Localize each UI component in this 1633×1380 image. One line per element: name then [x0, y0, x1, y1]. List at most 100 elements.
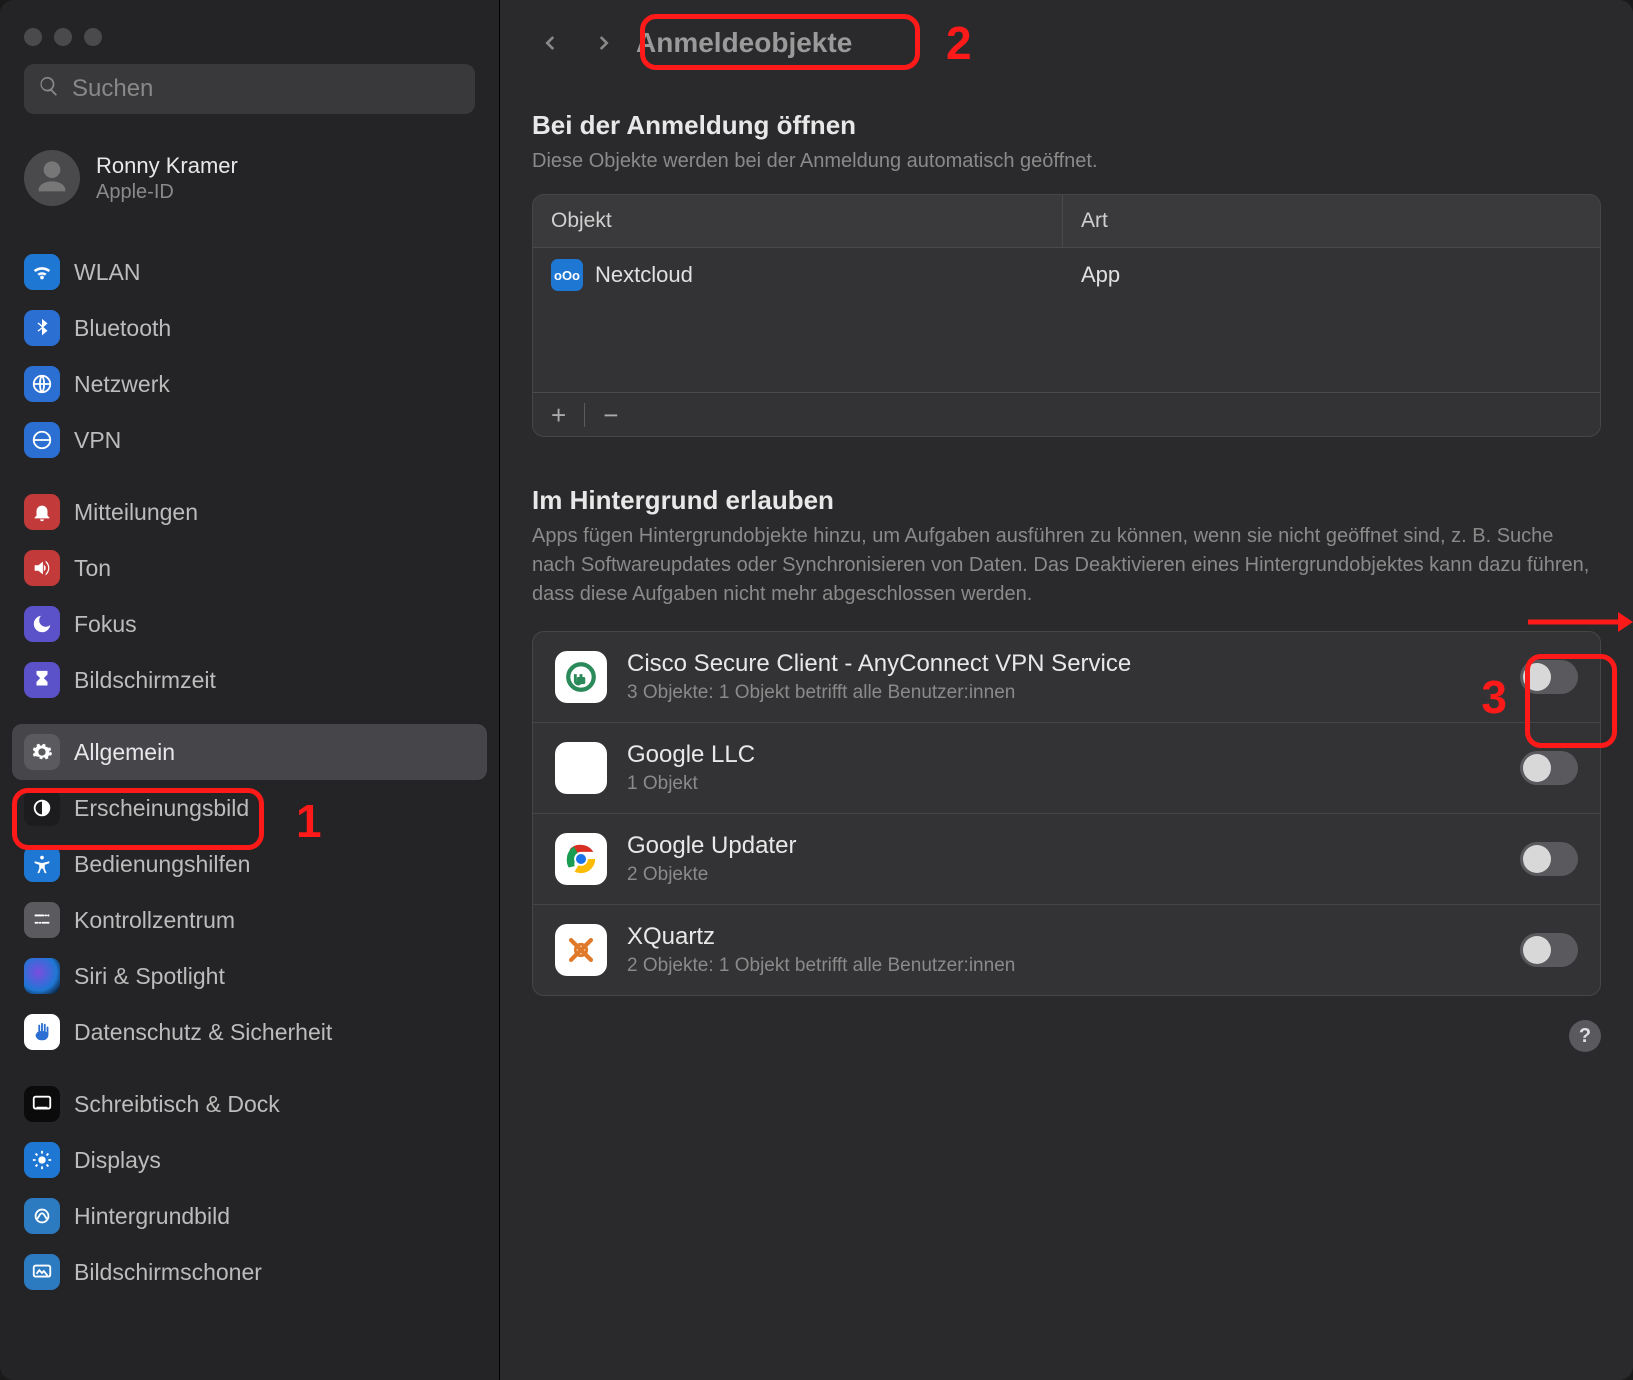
sidebar-item-desktop-dock[interactable]: Schreibtisch & Dock — [12, 1076, 487, 1132]
wallpaper-icon — [24, 1198, 60, 1234]
appearance-icon — [24, 790, 60, 826]
sidebar-item-bluetooth[interactable]: Bluetooth — [12, 300, 487, 356]
nav-back-button[interactable] — [532, 24, 570, 62]
display-icon — [24, 1142, 60, 1178]
close-window-button[interactable] — [24, 28, 42, 46]
login-items-table: Objekt Art oOo Nextcloud App + — [532, 194, 1601, 437]
sidebar-item-network[interactable]: Netzwerk — [12, 356, 487, 412]
speaker-icon — [24, 550, 60, 586]
item-name: XQuartz — [627, 923, 1500, 951]
section-desc: Apps fügen Hintergrundobjekte hinzu, um … — [532, 522, 1601, 609]
hourglass-icon — [24, 662, 60, 698]
table-header: Objekt Art — [533, 195, 1600, 248]
nextcloud-icon: oOo — [551, 259, 583, 291]
row-kind: App — [1063, 252, 1600, 298]
sidebar-item-label: Bedienungshilfen — [74, 851, 250, 878]
fullscreen-window-button[interactable] — [84, 28, 102, 46]
account-name: Ronny Kramer — [96, 153, 238, 179]
background-item-google-updater: Google Updater 2 Objekte — [533, 814, 1600, 905]
background-item-google-llc: Google LLC 1 Objekt — [533, 723, 1600, 814]
sidebar-item-label: Schreibtisch & Dock — [74, 1091, 280, 1118]
bluetooth-icon — [24, 310, 60, 346]
remove-item-button[interactable]: − — [603, 402, 618, 428]
column-kind[interactable]: Art — [1063, 195, 1600, 247]
item-name: Google LLC — [627, 741, 1500, 769]
sidebar-item-screentime[interactable]: Bildschirmzeit — [12, 652, 487, 708]
sidebar-item-label: Hintergrundbild — [74, 1203, 230, 1230]
nav-group-network: WLAN Bluetooth Netzwerk VPN — [12, 244, 487, 468]
sidebar-item-focus[interactable]: Fokus — [12, 596, 487, 652]
table-empty-area — [533, 302, 1600, 392]
search-icon — [38, 75, 60, 104]
system-settings-window: Suchen Ronny Kramer Apple-ID WLAN Blueto… — [0, 0, 1633, 1380]
sidebar-item-accessibility[interactable]: Bedienungshilfen — [12, 836, 487, 892]
sidebar-item-label: Erscheinungsbild — [74, 795, 249, 822]
open-at-login-section: Bei der Anmeldung öffnen Diese Objekte w… — [532, 110, 1601, 437]
sidebar-item-sound[interactable]: Ton — [12, 540, 487, 596]
add-item-button[interactable]: + — [551, 402, 566, 428]
sidebar-item-label: Displays — [74, 1147, 161, 1174]
background-items-list: Cisco Secure Client - AnyConnect VPN Ser… — [532, 631, 1601, 996]
item-sub: 2 Objekte — [627, 864, 1500, 886]
sidebar-item-privacy[interactable]: Datenschutz & Sicherheit — [12, 1004, 487, 1060]
breadcrumb-title: Anmeldeobjekte — [636, 27, 852, 59]
section-desc: Diese Objekte werden bei der Anmeldung a… — [532, 147, 1601, 176]
background-item-cisco: Cisco Secure Client - AnyConnect VPN Ser… — [533, 632, 1600, 723]
sidebar-item-vpn[interactable]: VPN — [12, 412, 487, 468]
screensaver-icon — [24, 1254, 60, 1290]
sidebar-item-control-center[interactable]: Kontrollzentrum — [12, 892, 487, 948]
nav-group-alerts: Mitteilungen Ton Fokus Bildschirmzeit — [12, 484, 487, 708]
table-row[interactable]: oOo Nextcloud App — [533, 248, 1600, 302]
window-controls — [0, 16, 499, 64]
sidebar-item-label: Bildschirmschoner — [74, 1259, 262, 1286]
sidebar-item-displays[interactable]: Displays — [12, 1132, 487, 1188]
main-content: Anmeldeobjekte 2 Bei der Anmeldung öffne… — [500, 0, 1633, 1380]
sidebar-item-wlan[interactable]: WLAN — [12, 244, 487, 300]
search-input[interactable]: Suchen — [24, 64, 475, 114]
toggle-switch[interactable] — [1520, 933, 1578, 967]
item-name: Google Updater — [627, 832, 1500, 860]
item-sub: 3 Objekte: 1 Objekt betrifft alle Benutz… — [627, 682, 1500, 704]
toggle-switch[interactable] — [1520, 842, 1578, 876]
nav-forward-button[interactable] — [584, 24, 622, 62]
sidebar-item-label: Datenschutz & Sicherheit — [74, 1019, 332, 1046]
sidebar-item-wallpaper[interactable]: Hintergrundbild — [12, 1188, 487, 1244]
help-button[interactable]: ? — [1569, 1020, 1601, 1052]
account-sub: Apple-ID — [96, 181, 238, 204]
sidebar-item-label: Kontrollzentrum — [74, 907, 235, 934]
item-name: Cisco Secure Client - AnyConnect VPN Ser… — [627, 650, 1500, 678]
moon-icon — [24, 606, 60, 642]
item-sub: 2 Objekte: 1 Objekt betrifft alle Benutz… — [627, 955, 1500, 977]
cisco-icon — [555, 651, 607, 703]
toggle-switch[interactable] — [1520, 751, 1578, 785]
bell-icon — [24, 494, 60, 530]
sidebar-item-general[interactable]: Allgemein — [12, 724, 487, 780]
background-item-xquartz: XQuartz 2 Objekte: 1 Objekt betrifft all… — [533, 905, 1600, 995]
gear-icon — [24, 734, 60, 770]
section-title: Im Hintergrund erlauben — [532, 485, 1601, 516]
wifi-icon — [24, 254, 60, 290]
sidebar-item-label: Ton — [74, 555, 111, 582]
accessibility-icon — [24, 846, 60, 882]
sidebar: Suchen Ronny Kramer Apple-ID WLAN Blueto… — [0, 0, 500, 1380]
column-object[interactable]: Objekt — [533, 195, 1063, 247]
sidebar-item-notifications[interactable]: Mitteilungen — [12, 484, 487, 540]
sidebar-item-siri[interactable]: Siri & Spotlight — [12, 948, 487, 1004]
sidebar-item-label: Netzwerk — [74, 371, 170, 398]
item-sub: 1 Objekt — [627, 773, 1500, 795]
sidebar-item-label: Allgemein — [74, 739, 175, 766]
sidebar-item-label: VPN — [74, 427, 121, 454]
sidebar-item-appearance[interactable]: Erscheinungsbild — [12, 780, 487, 836]
sidebar-item-label: Bluetooth — [74, 315, 171, 342]
hand-icon — [24, 1014, 60, 1050]
sidebar-item-label: Bildschirmzeit — [74, 667, 216, 694]
sidebar-item-screensaver[interactable]: Bildschirmschoner — [12, 1244, 487, 1300]
account-row[interactable]: Ronny Kramer Apple-ID — [0, 134, 499, 230]
sliders-icon — [24, 902, 60, 938]
minimize-window-button[interactable] — [54, 28, 72, 46]
siri-icon — [24, 958, 60, 994]
globe-icon — [24, 366, 60, 402]
toggle-switch[interactable] — [1520, 660, 1578, 694]
xquartz-icon — [555, 924, 607, 976]
sidebar-item-label: Mitteilungen — [74, 499, 198, 526]
